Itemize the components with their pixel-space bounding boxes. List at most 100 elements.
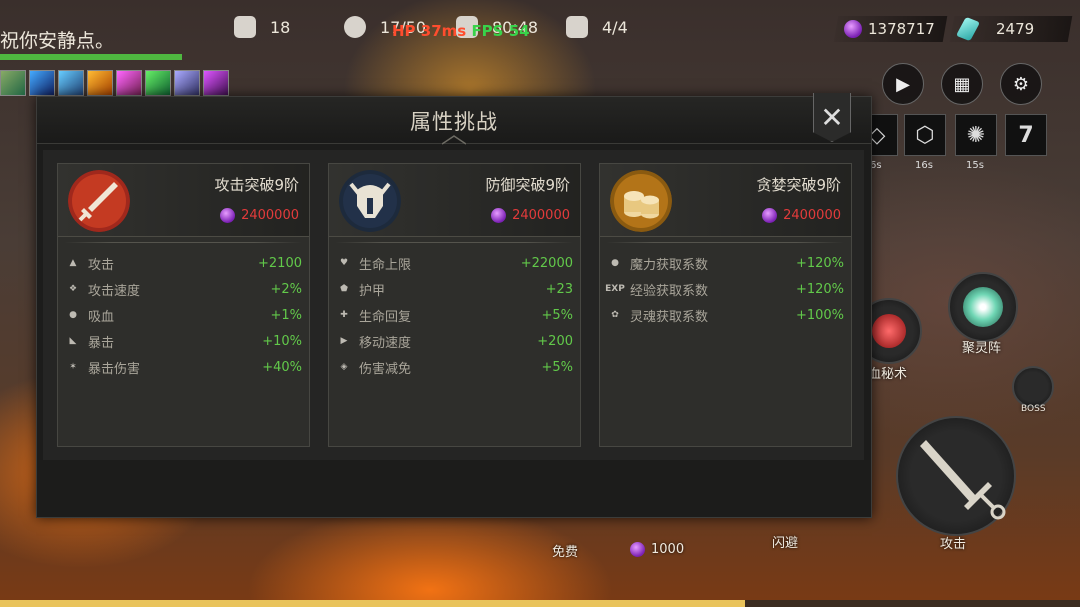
crystal-currency: 2479	[949, 16, 1073, 42]
blood-skill-label: 血秘术	[868, 367, 908, 382]
card-cost: 2400000	[220, 208, 299, 223]
attr-label: 经验获取系数	[630, 283, 709, 299]
attr-label: 攻击	[88, 257, 115, 273]
buff-icon	[174, 70, 200, 96]
attr-row-mana-gain: ● 魔力获取系数 +120%	[608, 250, 844, 276]
buff-icon	[87, 70, 113, 96]
close-button[interactable]: ✕	[813, 93, 851, 142]
shop-button[interactable]: ▦	[941, 63, 983, 105]
attr-row-exp-gain: EXP 经验获取系数 +120%	[605, 276, 844, 302]
boot-icon: ▶	[340, 336, 348, 346]
skill-slot[interactable]: ✺	[955, 114, 997, 156]
attack-breakthrough-card[interactable]: 攻击突破9阶 2400000 ▲ 攻击 +2100 ❖ 攻击速度 +2% ● 吸血 +1% …	[57, 163, 310, 447]
demon-icon	[566, 16, 588, 38]
greed-breakthrough-card[interactable]: 贪婪突破9阶 2400000 ● 魔力获取系数 +120% EXP 经验获取系数 +12…	[599, 163, 852, 447]
attr-label: 移动速度	[359, 335, 412, 351]
burst-icon: ✶	[69, 362, 77, 372]
buff-row	[0, 70, 229, 96]
soul-gem-icon	[491, 208, 507, 223]
soul-icon: ✿	[611, 310, 619, 320]
heart-icon: ♥	[339, 258, 349, 268]
attr-value: +5%	[541, 307, 573, 323]
claw-icon: ◣	[69, 336, 77, 346]
card-name: 攻击突破9阶	[214, 176, 299, 194]
free-action-label[interactable]: 免费	[552, 541, 578, 560]
attr-label: 攻击速度	[88, 283, 141, 299]
cost-action[interactable]: 1000	[630, 542, 684, 557]
drop-icon: ●	[69, 310, 77, 320]
attr-row-lifesteal: ● 吸血 +1%	[66, 302, 302, 328]
fist-stat: 18	[234, 16, 290, 38]
soul-gem-icon	[220, 208, 236, 223]
attr-label: 灵魂获取系数	[630, 309, 709, 325]
card-cost-value: 2400000	[512, 208, 570, 223]
settings-button[interactable]: ⚙	[1000, 63, 1042, 105]
attr-label: 护甲	[359, 283, 386, 299]
dodge-label[interactable]: 闪避	[772, 532, 798, 551]
card-divider	[64, 242, 302, 243]
boss-button[interactable]	[1012, 366, 1054, 408]
card-header: 攻击突破9阶 2400000	[58, 164, 309, 237]
gather-skill-icon	[963, 287, 1003, 327]
buff-icon	[29, 70, 55, 96]
attr-label: 生命上限	[359, 257, 412, 273]
gather-skill-label: 聚灵阵	[962, 341, 1002, 356]
attr-row-damage-reduction: ◈ 伤害减免 +5%	[337, 354, 573, 380]
card-cost-value: 2400000	[783, 208, 841, 223]
card-name: 防御突破9阶	[485, 176, 570, 194]
attr-label: 伤害减免	[359, 361, 412, 377]
attr-value: +1%	[270, 307, 302, 323]
attack-button[interactable]	[896, 416, 1016, 536]
heartbeat-icon	[344, 16, 366, 38]
skill-slot[interactable]: ⬡	[904, 114, 946, 156]
title-ornament-icon	[442, 135, 466, 145]
attr-row-armor: ⬟ 护甲 +23	[337, 276, 573, 302]
attr-row-soul-gain: ✿ 灵魂获取系数 +100%	[608, 302, 844, 328]
cards-panel: 攻击突破9阶 2400000 ▲ 攻击 +2100 ❖ 攻击速度 +2% ● 吸血 +1% …	[43, 150, 864, 460]
gather-skill-button[interactable]	[948, 272, 1018, 342]
perf-overlay: HP 37ms FPS 54	[392, 22, 530, 40]
guard-icon: ◈	[340, 362, 348, 372]
cost-action-value: 1000	[651, 542, 685, 557]
card-divider	[606, 242, 844, 243]
attr-row-max-hp: ♥ 生命上限 +22000	[337, 250, 573, 276]
card-cost: 2400000	[491, 208, 570, 223]
soul-gem-icon	[762, 208, 778, 223]
attr-row-crit-damage: ✶ 暴击伤害 +40%	[66, 354, 302, 380]
attr-value: +200	[537, 333, 573, 349]
fist-icon	[234, 16, 256, 38]
wing-icon: ❖	[68, 284, 78, 294]
defense-breakthrough-card[interactable]: 防御突破9阶 2400000 ♥ 生命上限 +22000 ⬟ 护甲 +23 ✚ 生命回复 +…	[328, 163, 581, 447]
crystal-icon	[955, 16, 981, 42]
chat-message: 祝你安静点。	[0, 30, 115, 52]
attr-value: +22000	[520, 255, 573, 271]
dialog-title: 属性挑战	[410, 110, 498, 134]
buff-icon	[58, 70, 84, 96]
dagger-icon: ▲	[69, 258, 77, 268]
attr-row-move-speed: ▶ 移动速度 +200	[337, 328, 573, 354]
card-header: 贪婪突破9阶 2400000	[600, 164, 851, 237]
buff-icon	[145, 70, 171, 96]
attr-value: +120%	[795, 281, 844, 297]
attr-row-attack: ▲ 攻击 +2100	[66, 250, 302, 276]
blood-skill-icon	[872, 314, 906, 348]
attack-label: 攻击	[940, 537, 967, 552]
soul-amount: 1378717	[868, 20, 935, 38]
attr-value: +5%	[541, 359, 573, 375]
attr-value: +40%	[262, 359, 302, 375]
coins-emblem-icon	[610, 170, 672, 232]
card-header: 防御突破9阶 2400000	[329, 164, 580, 237]
fps-text: FPS 54	[471, 22, 530, 40]
fist-count: 18	[270, 17, 291, 37]
skill-slot[interactable]: 7	[1005, 114, 1047, 156]
attr-row-attack-speed: ❖ 攻击速度 +2%	[66, 276, 302, 302]
attr-label: 暴击伤害	[88, 361, 141, 377]
play-button[interactable]: ▶	[882, 63, 924, 105]
card-divider	[335, 242, 573, 243]
helmet-emblem-icon	[339, 170, 401, 232]
attribute-list: ♥ 生命上限 +22000 ⬟ 护甲 +23 ✚ 生命回复 +5% ▶ 移动速度 +200 ◈ 伤…	[337, 250, 573, 380]
attribute-challenge-dialog: 属性挑战 ✕ 攻击突破9阶 2400000 ▲ 攻击 +2100 ❖ 攻击速度 +2%	[36, 93, 872, 518]
close-icon: ✕	[820, 100, 844, 134]
boss-label: BOSS	[1021, 404, 1046, 414]
attr-label: 魔力获取系数	[630, 257, 709, 273]
